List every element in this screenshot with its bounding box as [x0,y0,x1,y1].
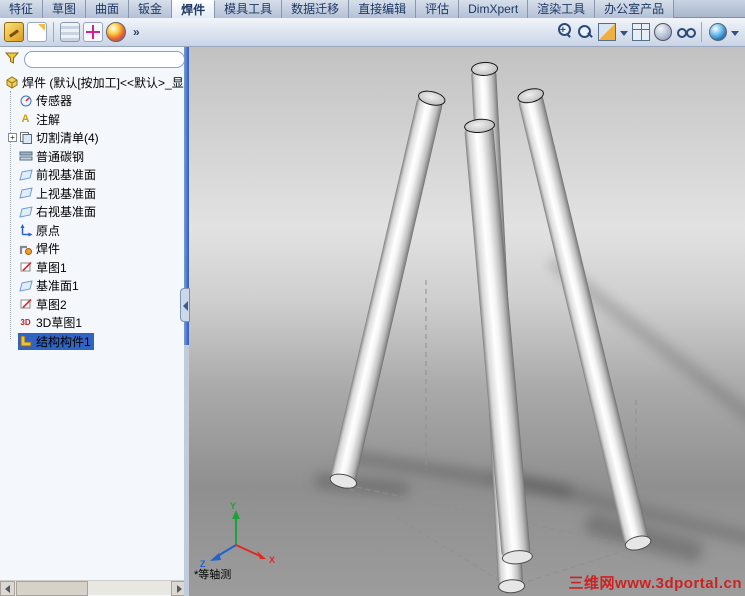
chevron-down-icon[interactable] [620,30,628,36]
tab-weldments[interactable]: 焊件 [172,0,216,18]
tree-item-label: 结构构件1 [36,334,91,349]
zoom-window-icon[interactable] [554,23,572,41]
sketch3d-icon: 3D [20,318,31,328]
tree-item-label: 前视基准面 [36,168,97,183]
tree-item-label: 注解 [36,112,61,127]
solidworks-window: 特征 草图 曲面 钣金 焊件 模具工具 数据迁移 直接编辑 评估 DimXper… [0,0,745,596]
tree-item-sketch2[interactable]: 草图2 [2,295,189,314]
sketch-icon [18,297,33,311]
hide-show-items-icon[interactable] [676,23,696,41]
section-view-icon[interactable] [598,23,616,41]
tab-evaluate[interactable]: 评估 [416,0,460,18]
tree-item-origin[interactable]: 原点 [2,221,189,240]
plane-icon [18,186,33,200]
tree-item-label: 普通碳钢 [36,149,85,164]
tab-render-tools[interactable]: 渲染工具 [528,0,596,18]
tree-item-label: 传感器 [36,94,73,109]
horizontal-scrollbar[interactable] [0,580,186,596]
toolbar-separator [53,22,54,42]
plane-icon [18,168,33,182]
plane-icon [18,279,33,293]
panel-collapse-handle[interactable] [180,288,190,322]
tree-item-sensors[interactable]: 传感器 [2,92,189,111]
origin-icon [18,223,33,237]
chevron-down-icon[interactable] [731,30,739,36]
toolbar-left-group: » [0,22,148,42]
tree-item-3dsketch1[interactable]: 3D 3D草图1 [2,314,189,333]
tree-filter-row [0,47,189,71]
tree-item-label: 上视基准面 [36,186,97,201]
view-orientation-label: *等轴测 [194,569,232,581]
tree-item-right-plane[interactable]: 右视基准面 [2,203,189,222]
tab-surfaces[interactable]: 曲面 [86,0,130,18]
weldment-tool-icon[interactable] [4,22,24,42]
tab-features[interactable]: 特征 [0,0,44,18]
tree-item-label: 切割清单(4) [36,131,99,146]
cut-list-icon [18,131,33,145]
tree-item-label: 焊件 [36,242,61,257]
tree-item-cut-list[interactable]: + 切割清单(4) [2,129,189,148]
tree-item-label: 右视基准面 [36,205,97,220]
graphics-viewport[interactable]: Y X Z *等轴测 三维网www.3dportal.cn [189,47,745,596]
display-style-icon[interactable] [654,23,672,41]
tab-mold-tools[interactable]: 模具工具 [215,0,283,18]
sketch-icon [18,260,33,274]
tree-item-label: 焊件 (默认[按加工]<<默认>_显 [22,75,184,90]
toolbar-overflow-button[interactable]: » [129,25,144,39]
toolbar-separator [701,22,702,42]
point-crosshair-icon[interactable] [83,22,103,42]
tree-item-label: 草图2 [36,297,67,312]
tab-data-migration[interactable]: 数据迁移 [282,0,350,18]
tab-direct-editing[interactable]: 直接编辑 [349,0,417,18]
sheet-grid-icon[interactable] [60,22,80,42]
tree-item-label: 基准面1 [36,279,79,294]
tree-item-label: 3D草图1 [36,316,83,331]
main-toolbar: » [0,18,745,47]
tree-item-annotations[interactable]: A 注解 [2,110,189,129]
structural-member-icon [18,334,33,348]
tree-item-label: 原点 [36,223,61,238]
command-manager-tabs: 特征 草图 曲面 钣金 焊件 模具工具 数据迁移 直接编辑 评估 DimXper… [0,0,745,18]
tab-sheet-metal[interactable]: 钣金 [129,0,173,18]
tree-item-material[interactable]: 普通碳钢 [2,147,189,166]
tab-sketch[interactable]: 草图 [43,0,87,18]
tree-root-weldment[interactable]: 焊件 (默认[按加工]<<默认>_显 [2,73,189,92]
tab-dimxpert[interactable]: DimXpert [459,0,529,18]
tree-filter-input[interactable] [24,50,185,68]
tree-item-plane1[interactable]: 基准面1 [2,277,189,296]
material-icon [18,149,33,163]
sensors-icon [18,94,33,108]
appearance-icon[interactable] [709,23,727,41]
tree-item-sketch1[interactable]: 草图1 [2,258,189,277]
expand-icon[interactable]: + [8,132,17,142]
zoom-fit-icon[interactable] [576,23,594,41]
plane-icon [18,205,33,219]
feature-tree: 焊件 (默认[按加工]<<默认>_显 传感器 A 注解 + 切割清单(4) 普通… [0,71,189,351]
triad-x-label: X [269,555,275,565]
scrollbar-thumb[interactable] [16,581,88,596]
tree-item-structural-member1[interactable]: 结构构件1 [2,332,189,351]
view-orientation-icon[interactable] [632,23,650,41]
tab-office-products[interactable]: 办公室产品 [595,0,675,18]
render-sphere-icon[interactable] [106,22,126,42]
feature-manager-panel: 焊件 (默认[按加工]<<默认>_显 传感器 A 注解 + 切割清单(4) 普通… [0,47,189,596]
view-toolbar [554,22,745,42]
reference-triad: Y X Z [200,501,275,569]
tree-item-front-plane[interactable]: 前视基准面 [2,166,189,185]
weldment-icon [18,242,33,256]
triad-y-label: Y [230,501,236,511]
tree-item-label: 草图1 [36,260,67,275]
scroll-left-button[interactable] [0,581,15,596]
tree-item-top-plane[interactable]: 上视基准面 [2,184,189,203]
properties-icon[interactable] [27,22,47,42]
filter-funnel-icon [4,50,20,69]
tree-item-weldment[interactable]: 焊件 [2,240,189,259]
weldment-part-icon [4,75,19,89]
watermark-text: 三维网www.3dportal.cn [568,575,742,592]
annotations-icon: A [21,113,30,126]
